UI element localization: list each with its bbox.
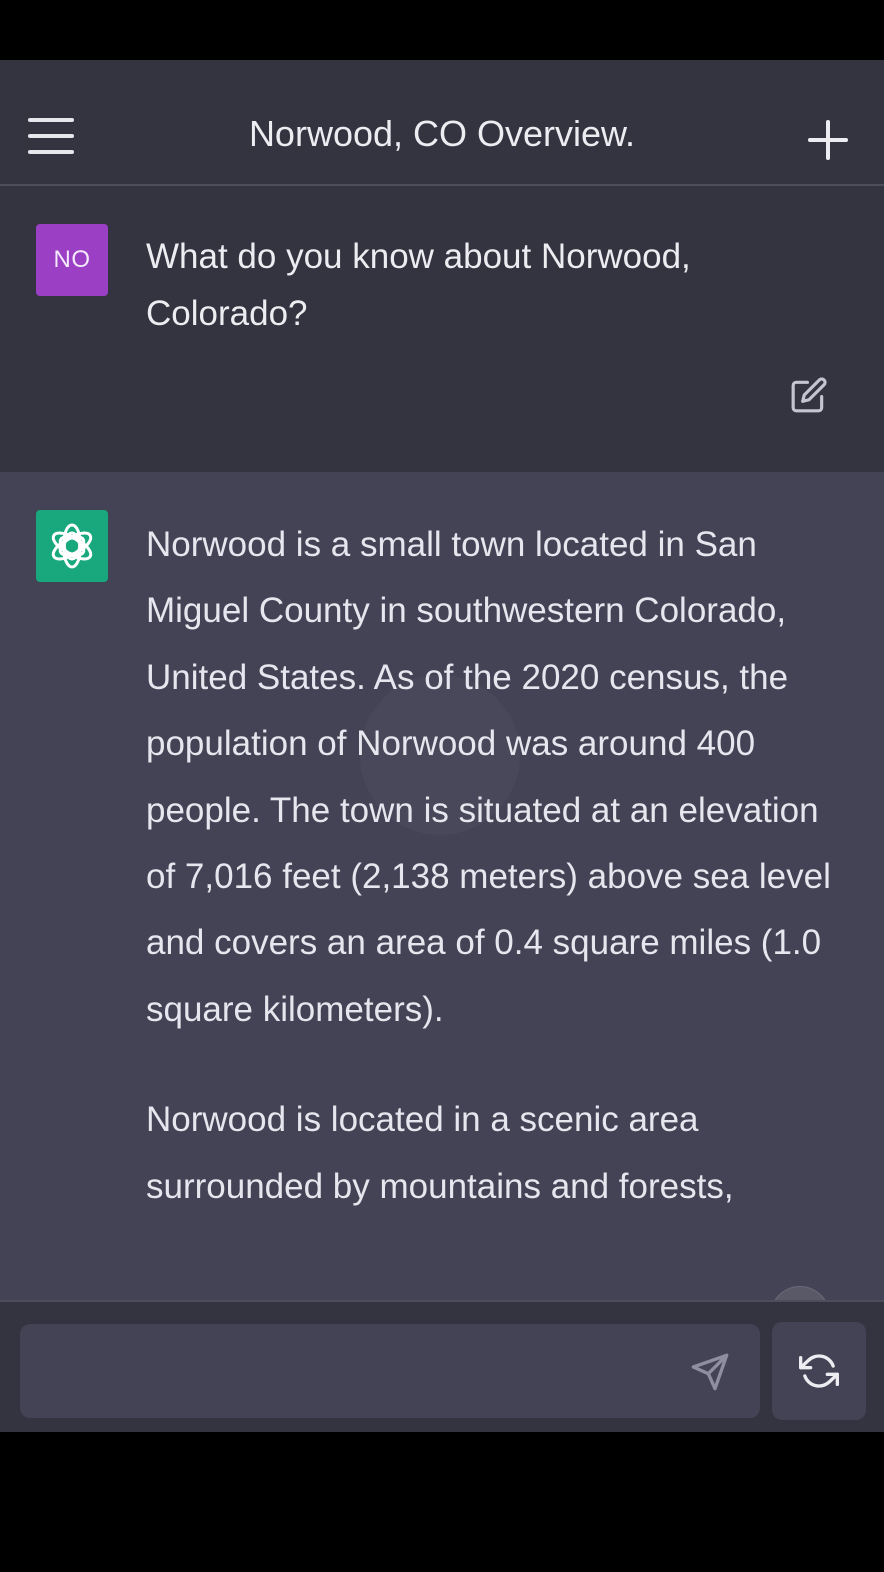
user-avatar: NO	[36, 224, 108, 296]
openai-logo-icon	[36, 510, 108, 582]
refresh-icon	[799, 1354, 839, 1388]
send-icon[interactable]	[690, 1352, 730, 1392]
message-input[interactable]	[20, 1324, 760, 1418]
composer-bar	[0, 1300, 884, 1432]
regenerate-button[interactable]	[772, 1322, 866, 1420]
menu-icon[interactable]	[28, 118, 76, 154]
conversation-title: Norwood, CO Overview.	[248, 113, 636, 154]
top-bar: Norwood, CO Overview.	[0, 60, 884, 186]
plus-icon[interactable]	[808, 120, 848, 160]
assistant-message: Norwood is a small town located in San M…	[0, 472, 884, 1302]
user-message-text: What do you know about Norwood, Colorado…	[146, 237, 691, 333]
assistant-message-text: Norwood is a small town located in San M…	[146, 512, 846, 1264]
assistant-paragraph: Norwood is a small town located in San M…	[146, 525, 831, 1029]
chat-app: Norwood, CO Overview. NO What do you kno…	[0, 60, 884, 1432]
assistant-paragraph: Norwood is located in a scenic area surr…	[146, 1100, 734, 1206]
user-message: NO What do you know about Norwood, Color…	[0, 186, 884, 473]
edit-icon[interactable]	[790, 376, 828, 414]
